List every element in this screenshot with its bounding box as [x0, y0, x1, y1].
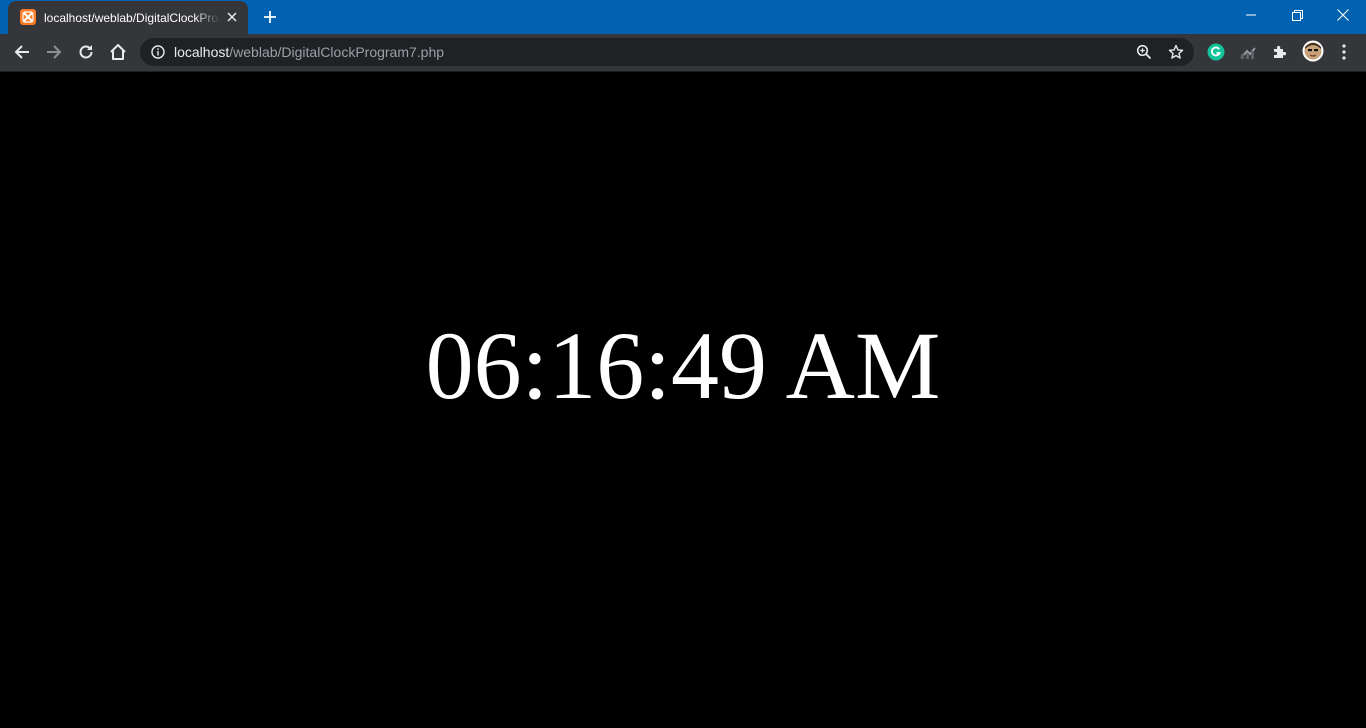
performance-icon[interactable] — [1237, 41, 1259, 63]
new-tab-button[interactable] — [258, 5, 282, 29]
tab-title: localhost/weblab/DigitalClockProgram7.ph… — [44, 11, 220, 25]
arrow-right-icon — [47, 45, 62, 59]
restore-icon — [1291, 9, 1303, 21]
url-path: /weblab/DigitalClockProgram7.php — [229, 44, 445, 60]
reload-icon — [79, 45, 93, 59]
home-button[interactable] — [104, 38, 132, 66]
close-icon — [1337, 9, 1349, 21]
tab-strip: localhost/weblab/DigitalClockProgram7.ph… — [0, 0, 1366, 34]
menu-kebab-icon[interactable] — [1333, 41, 1355, 63]
url-host: localhost — [174, 44, 230, 60]
info-icon[interactable] — [150, 44, 166, 60]
tab-close-icon[interactable] — [224, 9, 240, 25]
plus-icon — [264, 11, 276, 23]
restore-button[interactable] — [1274, 0, 1320, 30]
url-text[interactable]: localhost/weblab/DigitalClockProgram7.ph… — [174, 44, 444, 60]
page-content: 06:16:49 AM — [0, 72, 1366, 728]
zoom-icon[interactable] — [1134, 42, 1154, 62]
digital-clock-text: 06:16:49 AM — [425, 312, 941, 419]
arrow-left-icon — [14, 45, 29, 59]
grammarly-icon[interactable] — [1205, 41, 1227, 63]
back-button[interactable] — [8, 38, 36, 66]
minimize-button[interactable] — [1228, 0, 1274, 30]
address-bar[interactable]: localhost/weblab/DigitalClockProgram7.ph… — [140, 38, 1194, 66]
close-window-button[interactable] — [1320, 0, 1366, 30]
browser-toolbar: localhost/weblab/DigitalClockProgram7.ph… — [0, 34, 1366, 72]
forward-button[interactable] — [40, 38, 68, 66]
minimize-icon — [1246, 14, 1256, 16]
active-tab[interactable]: localhost/weblab/DigitalClockProgram7.ph… — [8, 1, 248, 34]
profile-avatar[interactable] — [1301, 39, 1325, 63]
home-icon — [110, 44, 126, 60]
puzzle-icon[interactable] — [1269, 41, 1291, 63]
star-icon[interactable] — [1166, 42, 1186, 62]
reload-button[interactable] — [72, 38, 100, 66]
xampp-logo-icon — [20, 9, 36, 25]
